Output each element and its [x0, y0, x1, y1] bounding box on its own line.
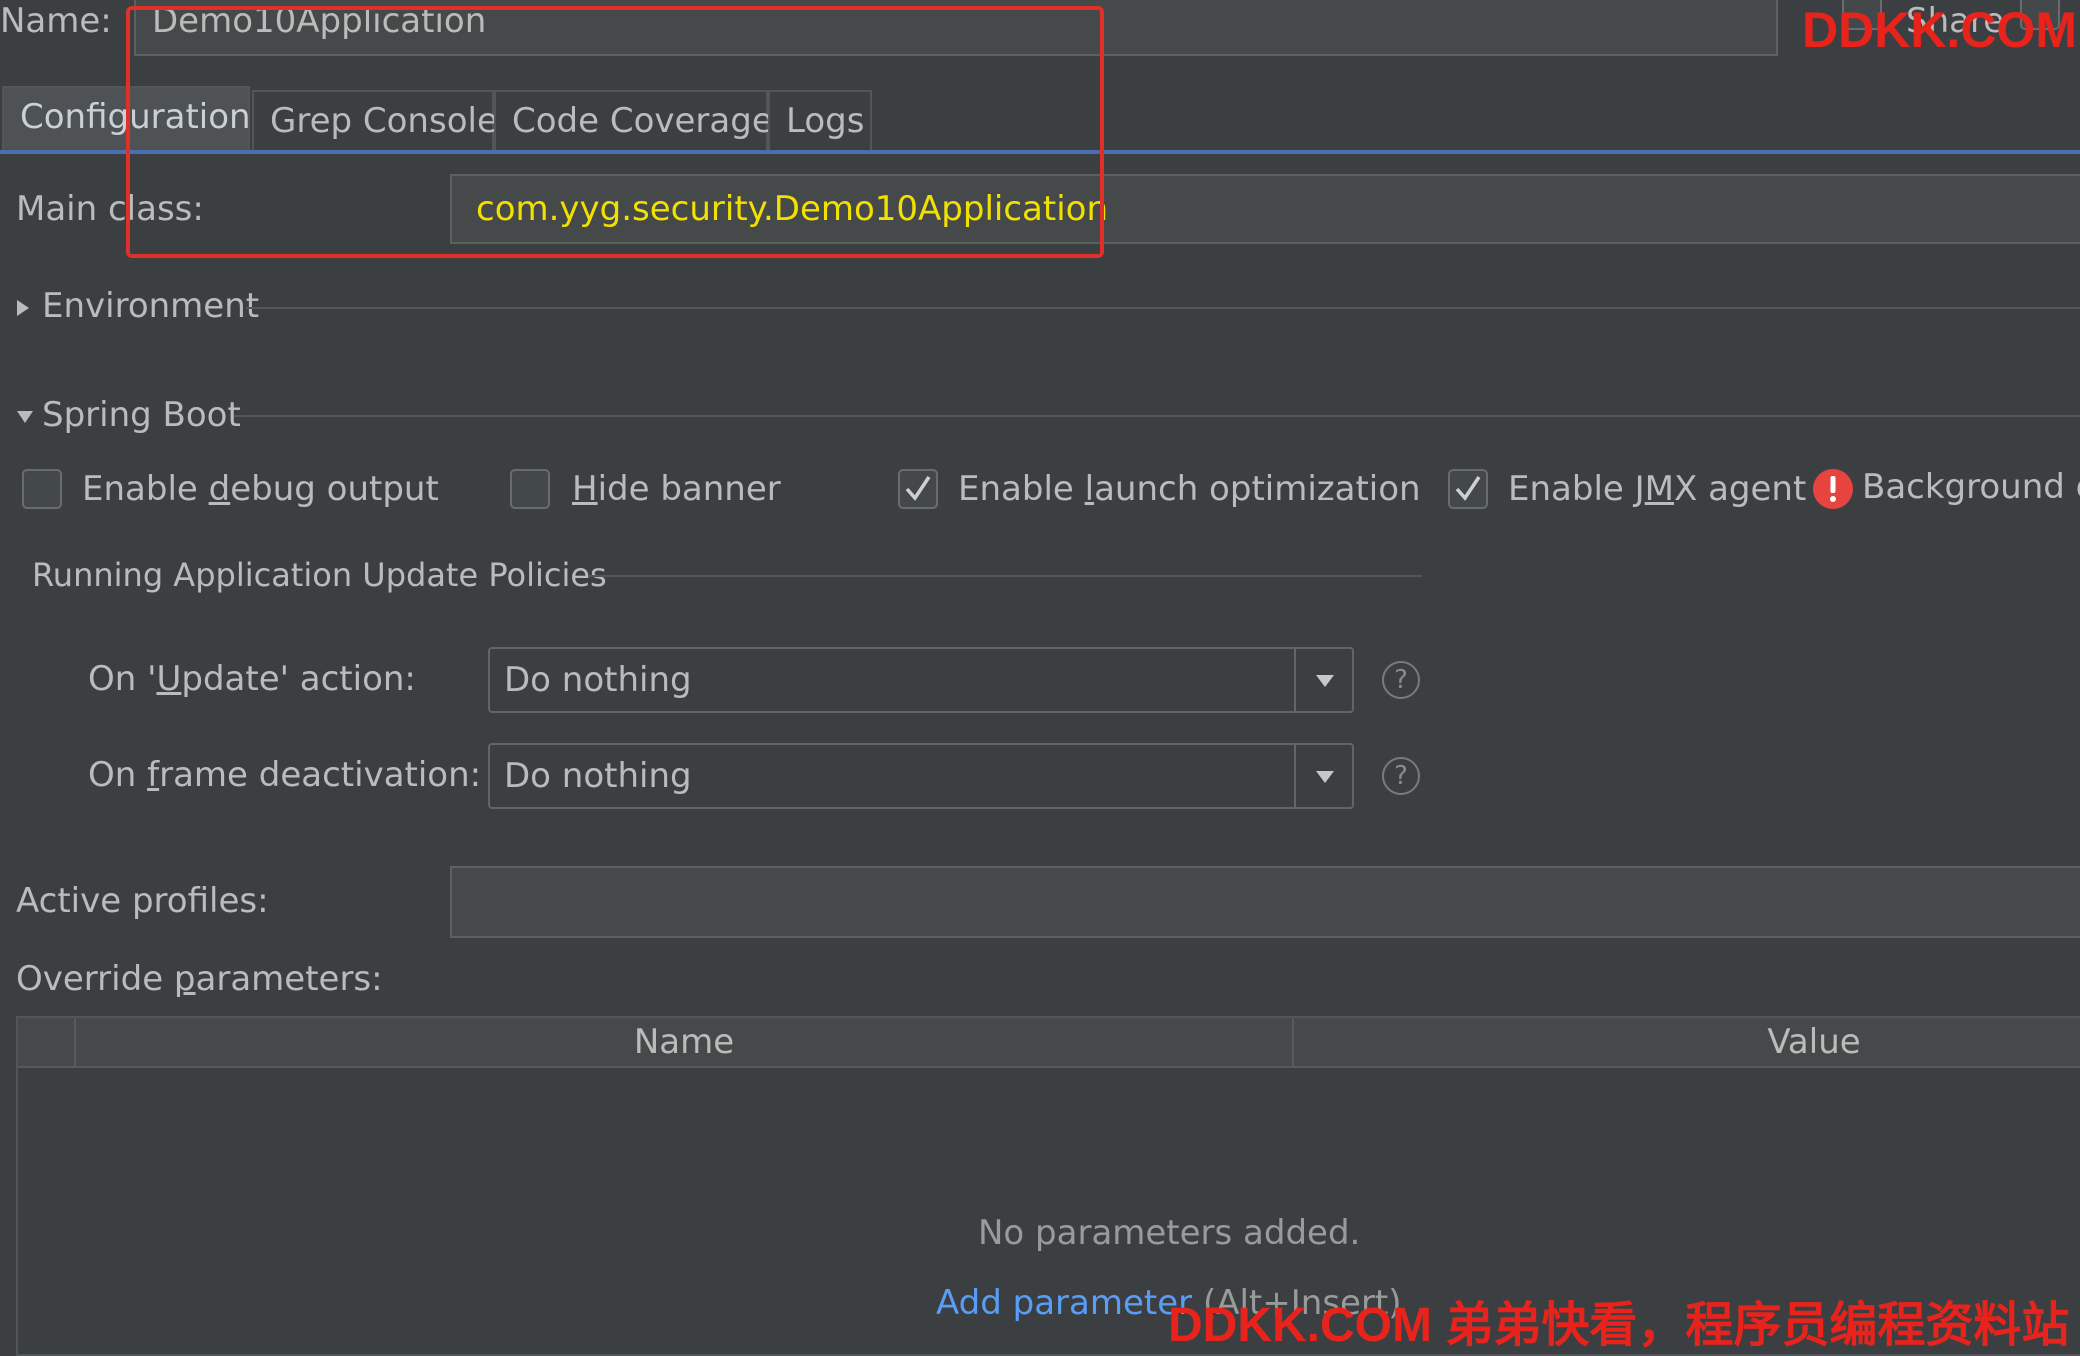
- enable-launch-optimization-checkbox[interactable]: [898, 469, 938, 509]
- frame-deactivation-label: On frame deactivation:: [88, 755, 482, 795]
- column-header-name[interactable]: Name: [76, 1018, 1294, 1066]
- watermark-bottom: DDKK.COM 弟弟快看，程序员编程资料站: [1168, 1299, 2070, 1352]
- policies-separator: [588, 575, 1422, 577]
- update-action-help-icon[interactable]: ?: [1382, 661, 1420, 699]
- table-header-corner: [18, 1018, 76, 1066]
- table-header: Name Value: [18, 1018, 2080, 1068]
- empty-table-text: No parameters added.: [978, 1213, 1361, 1253]
- enable-jmx-agent-checkbox[interactable]: [1448, 469, 1488, 509]
- environment-label: Environment: [42, 286, 260, 326]
- frame-deactivation-dropdown[interactable]: Do nothing: [488, 743, 1354, 809]
- frame-deactivation-value: Do nothing: [504, 756, 692, 796]
- watermark-top: DDKK.COM: [1802, 2, 2077, 58]
- background-compilation-text: Background c: [1862, 467, 2080, 507]
- update-action-label: On 'Update' action:: [88, 659, 416, 699]
- chevron-down-icon: [1316, 771, 1334, 783]
- name-label-text: Name:: [0, 1, 112, 41]
- warning-icon: [1813, 469, 1853, 509]
- active-profiles-input[interactable]: [450, 866, 2080, 938]
- active-profiles-label: Active profiles:: [16, 881, 269, 921]
- checkmark-icon: [1455, 476, 1481, 501]
- chevron-right-icon: [17, 299, 29, 316]
- frame-deactivation-dropdown-button[interactable]: [1294, 745, 1352, 807]
- spring-boot-separator: [234, 415, 2080, 417]
- column-header-value[interactable]: Value: [1294, 1018, 2080, 1066]
- update-action-value: Do nothing: [504, 660, 692, 700]
- enable-debug-output-checkbox[interactable]: [22, 469, 62, 509]
- enable-debug-output-label[interactable]: Enable debug output: [82, 468, 439, 510]
- frame-deactivation-help-icon[interactable]: ?: [1382, 757, 1420, 795]
- chevron-down-icon: [1316, 675, 1334, 687]
- update-action-dropdown[interactable]: Do nothing: [488, 647, 1354, 713]
- enable-jmx-agent-label[interactable]: Enable JMX agent: [1508, 468, 1806, 510]
- enable-launch-optimization-label[interactable]: Enable launch optimization: [958, 468, 1421, 510]
- checkmark-icon: [905, 476, 931, 501]
- override-parameters-label: Override parameters:: [16, 959, 383, 999]
- chevron-down-icon: [17, 410, 33, 423]
- spring-boot-section-header[interactable]: Spring Boot: [16, 394, 241, 436]
- add-parameter-link[interactable]: Add parameter: [936, 1283, 1192, 1323]
- update-action-dropdown-button[interactable]: [1294, 649, 1352, 711]
- policies-title: Running Application Update Policies: [32, 556, 607, 594]
- spring-boot-label: Spring Boot: [42, 395, 241, 435]
- hide-banner-label[interactable]: Hide banner: [572, 468, 781, 510]
- environment-section-header[interactable]: Environment: [16, 285, 259, 327]
- environment-separator: [246, 307, 2080, 309]
- hide-banner-checkbox[interactable]: [510, 469, 550, 509]
- highlight-box: [126, 6, 1104, 258]
- name-label: Name:: [0, 0, 112, 42]
